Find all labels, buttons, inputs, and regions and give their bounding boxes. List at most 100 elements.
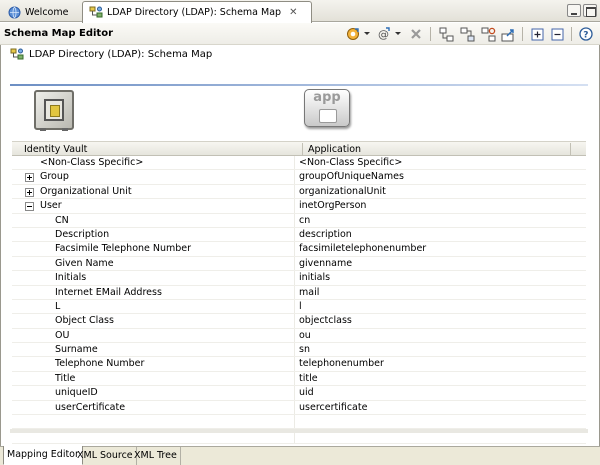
table-row[interactable]: Facsimile Telephone Number facsimiletelep… [12, 242, 586, 257]
maximize-button[interactable] [583, 4, 597, 17]
svg-text:@: @ [378, 28, 389, 41]
identity-vault-cell: Telephone Number [55, 358, 145, 370]
application-cell: organizationalUnit [299, 185, 386, 197]
tab-schema-map[interactable]: LDAP Directory (LDAP): Schema Map ✕ [82, 1, 312, 23]
tab-label: LDAP Directory (LDAP): Schema Map [107, 7, 282, 18]
application-cell: usercertificate [299, 401, 368, 413]
identity-vault-cell: Organizational Unit [40, 185, 132, 197]
column-header-application[interactable]: Application [302, 143, 572, 156]
tab-label: Welcome [25, 6, 69, 18]
column-divider [294, 227, 295, 242]
map-left-icon[interactable] [438, 26, 454, 42]
close-icon[interactable]: ✕ [289, 7, 297, 18]
application-cell: description [299, 228, 352, 240]
identity-vault-cell: uniqueID [55, 387, 98, 399]
table-row[interactable]: User inetOrgPerson [12, 199, 586, 214]
welcome-globe-icon [8, 6, 21, 18]
identity-vault-cell: Group [40, 171, 69, 183]
application-icon: app [304, 89, 350, 127]
tab-mapping-editor[interactable]: Mapping Editor [3, 446, 83, 465]
column-divider [294, 386, 295, 400]
identity-vault-cell: OU [55, 329, 70, 341]
schema-map-table: Identity Vault Application <Non-Class Sp… [12, 141, 586, 444]
column-divider [294, 314, 295, 328]
table-row[interactable]: OU ou [12, 328, 586, 344]
identity-vault-cell: Given Name [55, 257, 114, 269]
map-right-icon[interactable] [459, 26, 475, 42]
application-cell: sn [299, 344, 310, 356]
column-divider [294, 170, 295, 184]
application-cell: title [299, 372, 318, 384]
collapse-all-icon[interactable] [549, 26, 565, 42]
table-row[interactable]: Ll [12, 299, 586, 315]
table-row[interactable]: Telephone Number telephonenumber [12, 357, 586, 372]
empty-table-row [12, 415, 586, 430]
identity-vault-cell: Surname [55, 344, 98, 356]
table-row[interactable]: Description description [12, 227, 586, 243]
table-row[interactable]: Title title [12, 371, 586, 387]
column-divider [294, 357, 295, 371]
column-divider [294, 415, 295, 429]
add-attribute-dropdown-icon[interactable] [395, 32, 401, 35]
app-icon-label: app [313, 90, 341, 105]
help-icon[interactable]: ? [578, 26, 594, 42]
table-body: <Non-Class Specific> <Non-Class Specific>… [12, 156, 586, 444]
tab-welcome[interactable]: Welcome [2, 2, 82, 22]
application-cell: facsimiletelephonenumber [299, 243, 427, 255]
table-row[interactable]: Initials initials [12, 271, 586, 286]
column-header-identity-vault[interactable]: Identity Vault [24, 143, 87, 156]
column-divider [294, 299, 295, 314]
expand-plus-icon[interactable] [25, 187, 34, 197]
tab-xml-source[interactable]: XML Source [74, 447, 137, 465]
application-cell: objectclass [299, 315, 352, 327]
application-cell: telephonenumber [299, 358, 384, 370]
editor-tab-bar: Welcome LDAP Directory (LDAP): Schema Ma… [0, 0, 600, 23]
add-class-dropdown-icon[interactable] [364, 32, 370, 35]
table-row[interactable]: Surname sn [12, 343, 586, 358]
expand-all-icon[interactable] [529, 26, 545, 42]
table-row[interactable]: userCertificate usercertificate [12, 400, 586, 416]
editor-title: Schema Map Editor [4, 28, 114, 39]
application-cell: mail [299, 286, 320, 298]
tab-xml-tree[interactable]: XML Tree [131, 447, 181, 465]
identity-vault-cell: Description [55, 228, 110, 240]
table-row[interactable]: Internet EMail Address mail [12, 285, 586, 300]
column-divider [294, 271, 295, 285]
svg-text:?: ? [583, 31, 588, 41]
mapping-panel: app Identity Vault Application <Non-Clas… [10, 86, 588, 444]
add-class-icon[interactable] [345, 26, 361, 42]
table-row[interactable]: uniqueID uid [12, 386, 586, 401]
identity-vault-cell: userCertificate [55, 401, 126, 413]
table-row[interactable]: <Non-Class Specific> <Non-Class Specific> [12, 156, 586, 171]
add-attribute-icon[interactable]: @ [376, 26, 392, 42]
table-row[interactable]: Organizational Unit organizationalUnit [12, 184, 586, 200]
column-divider [294, 256, 295, 271]
toolbar-separator [571, 27, 572, 41]
column-divider [294, 184, 295, 199]
schema-map-icon [10, 48, 24, 59]
identity-vault-cell: <Non-Class Specific> [40, 157, 144, 168]
expand-plus-icon[interactable] [25, 173, 34, 183]
delete-icon[interactable] [408, 26, 424, 42]
identity-vault-cell: L [55, 300, 61, 312]
column-divider [294, 213, 295, 227]
column-divider [294, 285, 295, 299]
table-row[interactable]: Object Class objectclass [12, 314, 586, 329]
column-divider [294, 156, 295, 170]
minimize-button[interactable] [567, 4, 581, 17]
horizontal-scroll-strip[interactable] [10, 429, 588, 433]
identity-vault-cell: Title [55, 372, 76, 384]
export-icon[interactable] [500, 26, 516, 42]
collapse-minus-icon[interactable] [25, 202, 34, 212]
identity-vault-cell: Facsimile Telephone Number [55, 243, 192, 255]
refresh-icon[interactable] [480, 26, 496, 42]
application-cell: initials [299, 272, 331, 284]
editor-page-tabs: Mapping Editor XML Source XML Tree [0, 446, 600, 465]
table-row[interactable]: CN cn [12, 213, 586, 228]
identity-vault-cell: Initials [55, 272, 87, 284]
table-row[interactable]: Given Name givenname [12, 256, 586, 272]
application-cell: inetOrgPerson [299, 200, 367, 212]
identity-vault-cell: User [40, 200, 62, 212]
table-row[interactable]: Group groupOfUniqueNames [12, 170, 586, 185]
identity-vault-cell: Internet EMail Address [55, 286, 162, 298]
